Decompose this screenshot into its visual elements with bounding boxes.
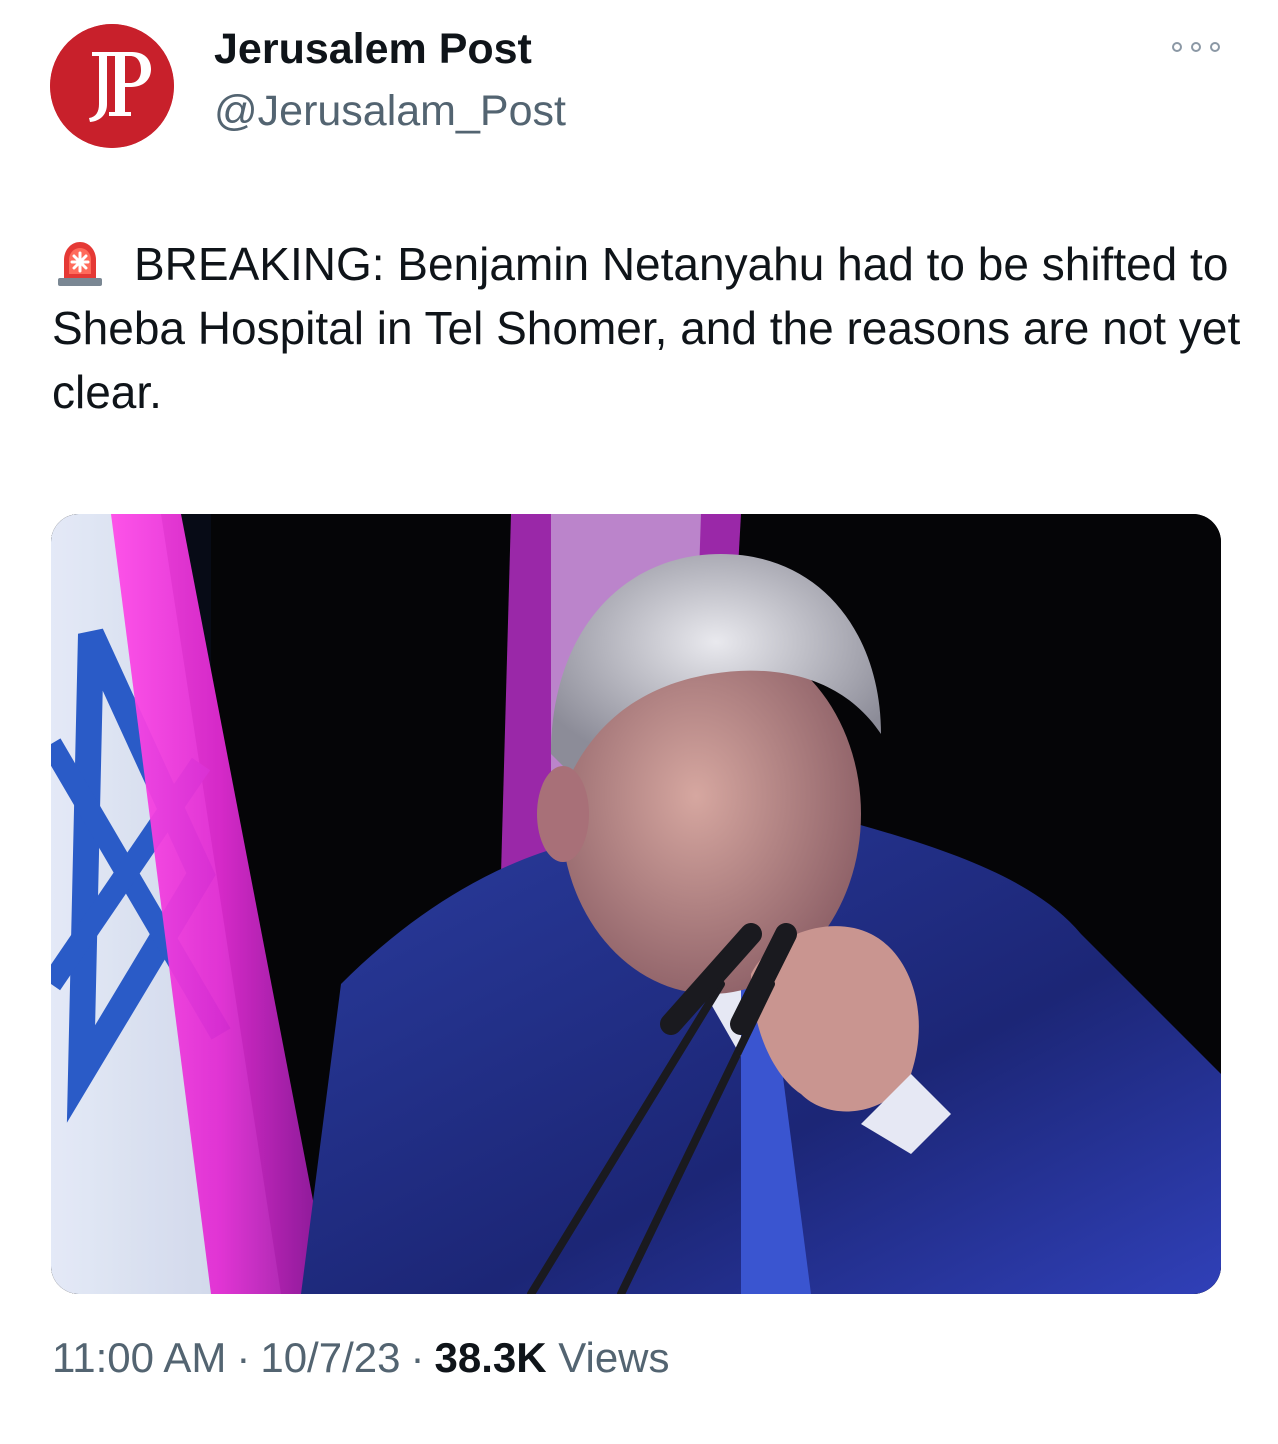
tweet-body: BREAKING: Benjamin Netanyahu had to be s… — [52, 238, 1241, 418]
author-handle[interactable]: @Jerusalam_Post — [214, 84, 566, 138]
tweet-photo-image — [51, 514, 1221, 1294]
tweet-photo[interactable] — [51, 514, 1221, 1294]
more-horizontal-icon — [1172, 42, 1220, 52]
tweet-time[interactable]: 11:00 AM — [52, 1334, 226, 1381]
meta-separator: · — [410, 1334, 425, 1381]
tweet-text: BREAKING: Benjamin Netanyahu had to be s… — [52, 232, 1242, 424]
jerusalem-post-logo — [50, 24, 174, 148]
views-count: 38.3K — [434, 1334, 547, 1381]
more-button[interactable] — [1168, 32, 1224, 62]
tweet-date[interactable]: 10/7/23 — [260, 1334, 400, 1381]
avatar[interactable] — [50, 24, 174, 148]
tweet-meta: 11:00 AM · 10/7/23 · 38.3K Views — [52, 1330, 670, 1386]
meta-separator: · — [236, 1334, 251, 1381]
police-car-light-icon — [52, 234, 108, 290]
views-label: Views — [558, 1334, 670, 1381]
author-display-name[interactable]: Jerusalem Post — [214, 22, 532, 76]
